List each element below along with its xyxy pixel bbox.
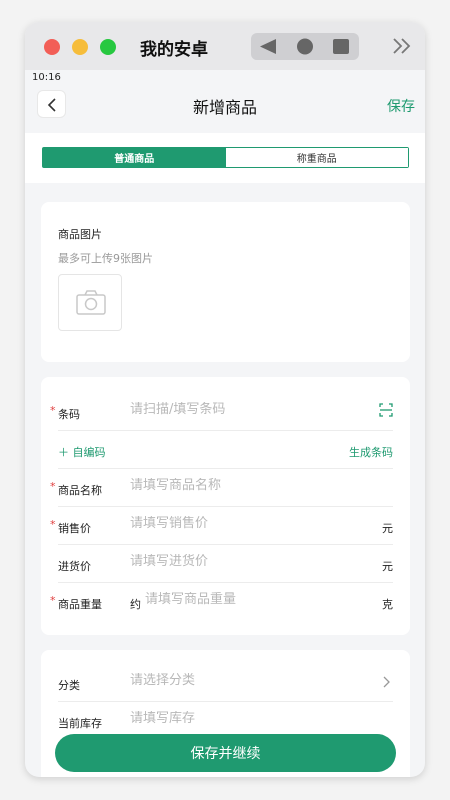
double-chevron-right-icon[interactable] [391,36,413,56]
weight-row: * 商品重量 约 克 [50,583,393,621]
cost-price-row: 进货价 元 [58,545,393,583]
save-and-continue-button[interactable]: 保存并继续 [55,734,396,772]
category-label: 分类 [58,679,80,692]
required-mark: * [50,594,56,607]
stock-label: 当前库存 [58,717,102,730]
sale-price-input[interactable] [130,516,350,531]
product-type-segmented-control: 普通商品 称重商品 [42,147,409,168]
weight-approx-prefix: 约 [130,598,141,611]
auto-code-button[interactable]: ＋ 自编码 [58,444,106,460]
images-title: 商品图片 [58,228,102,241]
app-bar: 新增商品 保存 [25,86,425,122]
maximize-window-button[interactable] [100,39,116,55]
sale-price-row: * 销售价 元 [50,507,393,545]
save-button[interactable]: 保存 [387,96,415,116]
scan-icon[interactable] [379,403,393,417]
weight-input[interactable] [145,592,365,607]
product-type-section: 普通商品 称重商品 [25,133,425,183]
android-back-icon[interactable] [259,38,277,55]
generate-barcode-button[interactable]: 生成条码 [349,444,393,460]
window-title: 我的安卓 [140,40,208,60]
emulator-window: 我的安卓 10:16 新增商品 保存 普通商品 称重商品 商品图片 最多可上传9… [25,22,425,777]
chevron-right-icon [383,676,390,688]
page-title: 新增商品 [192,98,257,117]
product-name-row: * 商品名称 [50,469,393,507]
cost-price-input[interactable] [130,554,350,569]
images-hint: 最多可上传9张图片 [58,252,153,265]
product-images-card: 商品图片 最多可上传9张图片 [41,202,410,362]
required-mark: * [50,404,56,417]
sale-price-unit: 元 [382,522,393,535]
android-nav-group [251,33,359,60]
status-time: 10:16 [32,72,61,83]
minimize-window-button[interactable] [72,39,88,55]
product-name-label: 商品名称 [58,484,102,497]
close-window-button[interactable] [44,39,60,55]
code-actions-row: ＋ 自编码 生成条码 [58,431,393,469]
product-info-card: * 条码 ＋ 自编码 生成条码 * 商品名称 * 销售价 元 进货价 元 [41,377,410,635]
barcode-row: * 条码 [50,393,393,431]
stock-input[interactable] [130,711,350,726]
android-home-icon[interactable] [296,38,314,55]
weight-unit: 克 [382,598,393,611]
segment-weighed-product[interactable]: 称重商品 [225,148,408,167]
cost-price-label: 进货价 [58,560,91,573]
auto-code-label: 自编码 [72,446,106,459]
barcode-input[interactable] [130,402,350,417]
title-bar: 我的安卓 [25,22,425,70]
segment-normal-product[interactable]: 普通商品 [43,148,226,167]
weight-label: 商品重量 [58,598,102,611]
barcode-label: 条码 [58,408,80,421]
category-row[interactable]: 分类 [58,664,393,702]
camera-icon [76,290,106,315]
sale-price-label: 销售价 [58,522,91,535]
android-recents-icon[interactable] [332,38,350,55]
required-mark: * [50,518,56,531]
product-name-input[interactable] [130,478,350,493]
required-mark: * [50,480,56,493]
cost-price-unit: 元 [382,560,393,573]
category-select[interactable] [130,673,350,688]
status-bar: 10:16 [25,70,425,86]
image-upload-button[interactable] [58,274,122,331]
